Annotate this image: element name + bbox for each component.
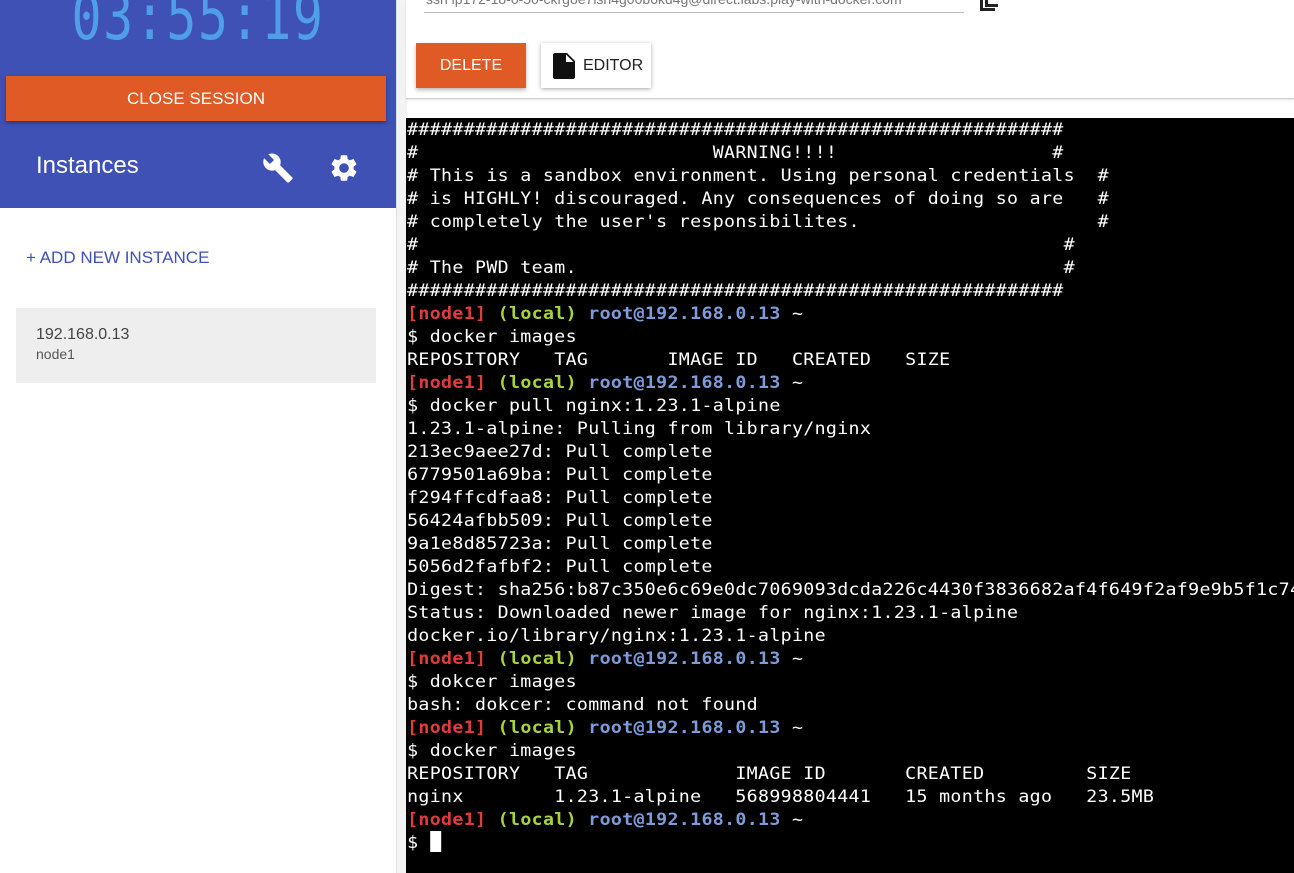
instances-title: Instances	[36, 152, 139, 179]
terminal-prompt: [node1] (local) root@192.168.0.13 ~	[406, 302, 1294, 325]
terminal-line: # The PWD team. #	[407, 258, 1075, 277]
add-instance-button[interactable]: + ADD NEW INSTANCE	[26, 248, 209, 268]
terminal-line: 1.23.1-alpine: Pulling from library/ngin…	[407, 419, 872, 438]
prompt-user: root@192.168.0.13	[588, 373, 781, 392]
instance-item-node1[interactable]: 192.168.0.13 node1	[16, 308, 376, 383]
terminal-prompt: [node1] (local) root@192.168.0.13 ~	[406, 716, 1294, 739]
session-timer: 03:55:19	[71, 0, 325, 55]
prompt-tilde: ~	[792, 373, 804, 392]
ssh-address-input[interactable]	[424, 0, 964, 13]
prompt-local: (local)	[497, 304, 577, 323]
terminal-line: # #	[407, 235, 1075, 254]
instance-header	[406, 0, 1294, 99]
prompt-local: (local)	[497, 718, 577, 737]
terminal-prompt: [node1] (local) root@192.168.0.13 ~	[406, 647, 1294, 670]
prompt-tilde: ~	[792, 810, 804, 829]
prompt-user: root@192.168.0.13	[588, 304, 781, 323]
prompt-node: [node1]	[407, 810, 487, 829]
terminal-line: 5056d2fafbf2: Pull complete	[407, 557, 713, 576]
terminal-line: $ docker pull nginx:1.23.1-alpine	[407, 396, 781, 415]
prompt-node: [node1]	[407, 373, 487, 392]
terminal-line: docker.io/library/nginx:1.23.1-alpine	[407, 626, 826, 645]
prompt-tilde: ~	[792, 649, 804, 668]
terminal-line: REPOSITORY TAG IMAGE ID CREATED SIZE	[407, 350, 951, 369]
terminal-line: 9a1e8d85723a: Pull complete	[407, 534, 713, 553]
terminal-prompt: [node1] (local) root@192.168.0.13 ~	[406, 808, 1294, 831]
prompt-tilde: ~	[792, 304, 804, 323]
prompt-node: [node1]	[407, 304, 487, 323]
prompt-local: (local)	[497, 810, 577, 829]
terminal-line: ########################################…	[407, 281, 1064, 300]
delete-button[interactable]: DELETE	[416, 43, 526, 88]
terminal-line: 56424afbb509: Pull complete	[407, 511, 713, 530]
terminal-prompt: [node1] (local) root@192.168.0.13 ~	[406, 371, 1294, 394]
terminal-line: # This is a sandbox environment. Using p…	[407, 166, 1109, 185]
wrench-icon[interactable]	[262, 152, 294, 184]
editor-label: EDITOR	[583, 56, 644, 74]
editor-button[interactable]: EDITOR	[541, 43, 651, 88]
terminal-line: # is HIGHLY! discouraged. Any consequenc…	[407, 189, 1109, 208]
terminal-line: nginx 1.23.1-alpine 568998804441 15 mont…	[407, 787, 1155, 806]
terminal-line: REPOSITORY TAG IMAGE ID CREATED SIZE	[407, 764, 1132, 783]
terminal-line: ########################################…	[407, 120, 1064, 139]
terminal-input-line: $	[406, 831, 1294, 854]
terminal-cursor	[429, 831, 441, 852]
terminal-line: $ dokcer images	[407, 672, 577, 691]
terminal-line: bash: dokcer: command not found	[407, 695, 758, 714]
terminal-line: # WARNING!!!! #	[407, 143, 1064, 162]
prompt-tilde: ~	[792, 718, 804, 737]
terminal-line: 213ec9aee27d: Pull complete	[407, 442, 713, 461]
prompt-node: [node1]	[407, 649, 487, 668]
terminal-line: $ docker images	[407, 741, 577, 760]
gear-icon[interactable]	[328, 152, 360, 184]
prompt-local: (local)	[497, 373, 577, 392]
instance-name: node1	[36, 346, 75, 362]
terminal-line: # completely the user's responsibilites.…	[407, 212, 1109, 231]
terminal-line: Digest: sha256:b87c350e6c69e0dc7069093dc…	[407, 580, 1294, 599]
copy-icon[interactable]	[976, 0, 1002, 12]
prompt-user: root@192.168.0.13	[588, 649, 781, 668]
instance-ip: 192.168.0.13	[36, 326, 130, 343]
file-icon	[553, 52, 575, 79]
terminal-line: Status: Downloaded newer image for nginx…	[407, 603, 1019, 622]
terminal[interactable]: ########################################…	[406, 118, 1294, 873]
terminal-line: f294ffcdfaa8: Pull complete	[407, 488, 713, 507]
close-session-button[interactable]: CLOSE SESSION	[6, 76, 386, 121]
terminal-line: $ docker images	[407, 327, 577, 346]
prompt-node: [node1]	[407, 718, 487, 737]
prompt-user: root@192.168.0.13	[588, 718, 781, 737]
prompt-user: root@192.168.0.13	[588, 810, 781, 829]
prompt-local: (local)	[497, 649, 577, 668]
terminal-line: 6779501a69ba: Pull complete	[407, 465, 713, 484]
